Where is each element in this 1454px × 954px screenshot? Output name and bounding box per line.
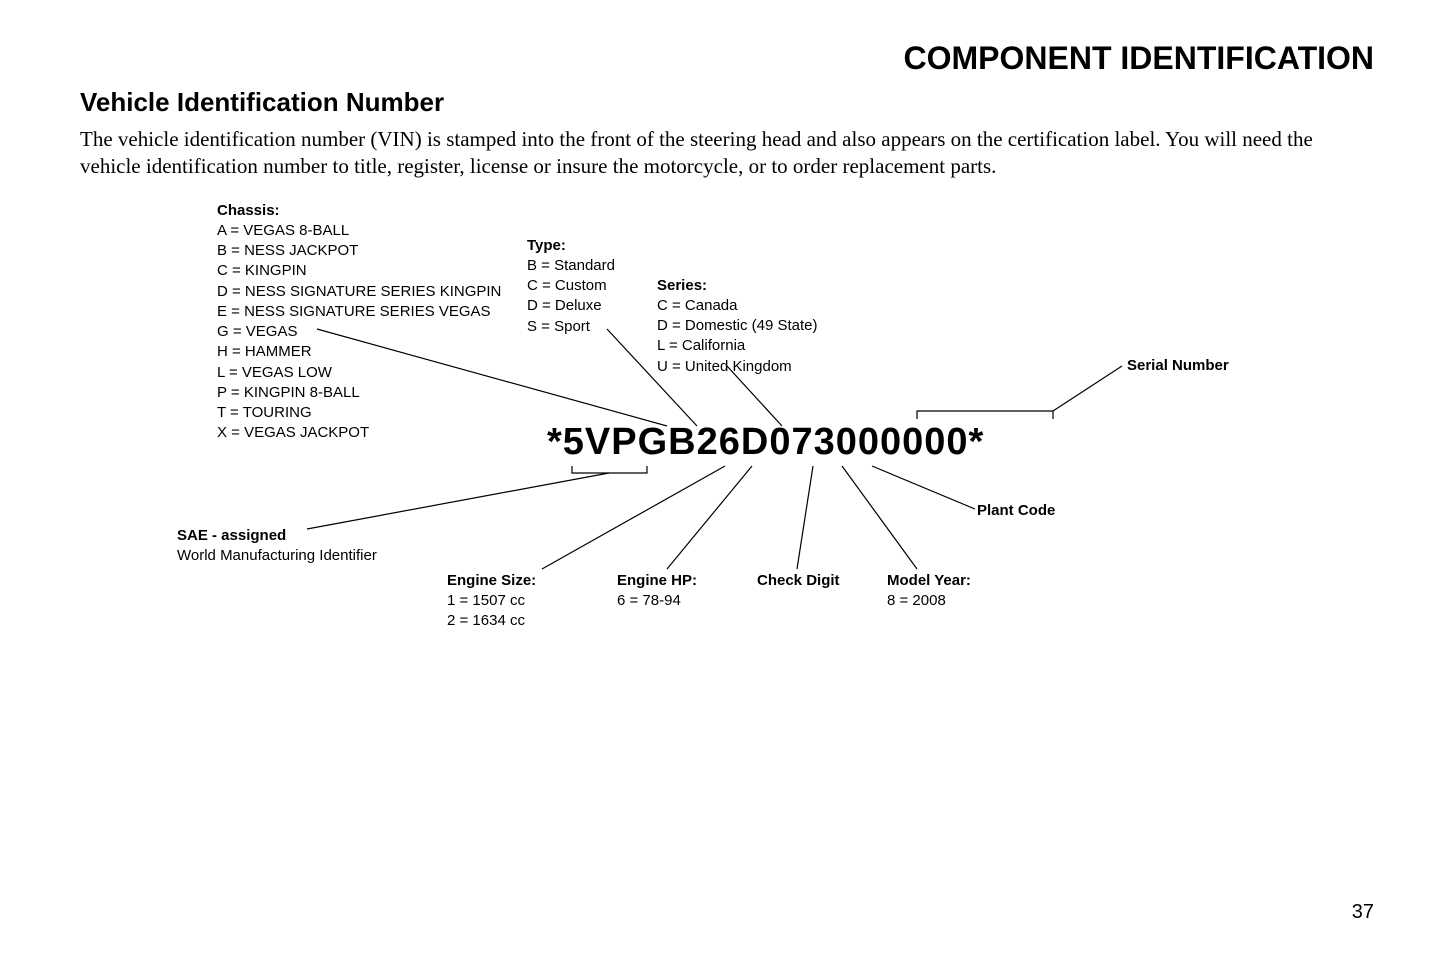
chassis-item: L = VEGAS LOW [217,363,501,383]
page-title: COMPONENT IDENTIFICATION [80,40,1374,77]
type-title: Type: [527,236,615,256]
serial-number-label: Serial Number [1127,356,1229,376]
engine-hp-title: Engine HP: [617,571,697,591]
series-block: Series: C = Canada D = Domestic (49 Stat… [657,276,817,377]
sae-block: SAE - assigned World Manufacturing Ident… [177,526,377,567]
type-item: D = Deluxe [527,296,615,316]
chassis-item: A = VEGAS 8-BALL [217,221,501,241]
engine-size-title: Engine Size: [447,572,536,589]
sae-title: SAE - assigned [177,526,377,546]
model-year-title: Model Year: [887,571,971,591]
engine-hp-item: 6 = 78-94 [617,591,697,611]
engine-size-item: 1 = 1507 cc [447,591,536,611]
section-title: Vehicle Identification Number [80,87,1374,118]
chassis-item: E = NESS SIGNATURE SERIES VEGAS [217,302,501,322]
sae-sub: World Manufacturing Identifier [177,546,377,566]
series-title: Series: [657,276,817,296]
chassis-item: P = KINGPIN 8-BALL [217,383,501,403]
model-year-item: 8 = 2008 [887,591,971,611]
chassis-title: Chassis: [217,201,501,221]
series-item: U = United Kingdom [657,357,817,377]
plant-code-label: Plant Code [977,501,1055,521]
engine-size-block: Engine Size: 1 = 1507 cc 2 = 1634 cc [447,571,536,632]
chassis-item: T = TOURING [217,403,501,423]
type-item: C = Custom [527,276,615,296]
chassis-item: D = NESS SIGNATURE SERIES KINGPIN [217,282,501,302]
chassis-item: X = VEGAS JACKPOT [217,423,501,443]
model-year-block: Model Year: 8 = 2008 [887,571,971,612]
chassis-item: C = KINGPIN [217,261,501,281]
intro-paragraph: The vehicle identification number (VIN) … [80,126,1374,181]
type-block: Type: B = Standard C = Custom D = Deluxe… [527,236,615,337]
chassis-item: B = NESS JACKPOT [217,241,501,261]
chassis-item: H = HAMMER [217,342,501,362]
type-item: S = Sport [527,317,615,337]
page-number: 37 [1352,901,1374,924]
engine-size-item: 2 = 1634 cc [447,611,536,631]
vin-string: *5VPGB26D073000000* [547,421,984,464]
chassis-item: G = VEGAS [217,322,501,342]
type-item: B = Standard [527,256,615,276]
chassis-block: Chassis: A = VEGAS 8-BALL B = NESS JACKP… [217,201,501,444]
check-digit-label: Check Digit [757,571,840,591]
engine-hp-block: Engine HP: 6 = 78-94 [617,571,697,612]
series-item: D = Domestic (49 State) [657,316,817,336]
series-item: L = California [657,336,817,356]
series-item: C = Canada [657,296,817,316]
vin-diagram: Chassis: A = VEGAS 8-BALL B = NESS JACKP… [177,201,1277,701]
